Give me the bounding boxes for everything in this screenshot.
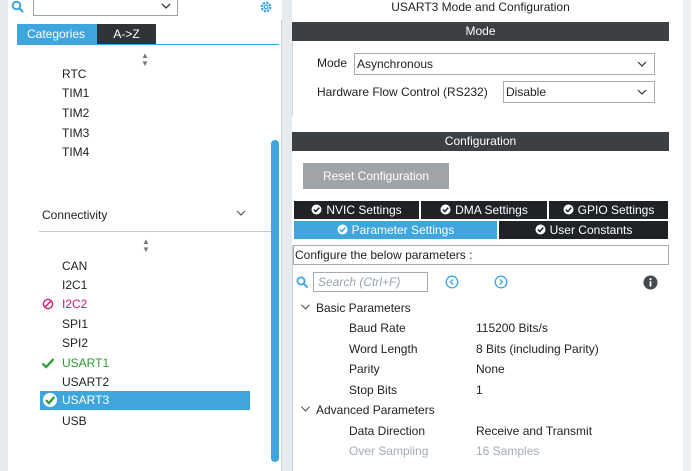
checkmark-icon <box>41 358 55 369</box>
param-label-baud-rate: Baud Rate <box>349 321 406 335</box>
connectivity-item-usart3-selected[interactable]: USART3 <box>40 391 250 410</box>
category-item-rtc[interactable]: RTC <box>62 67 86 82</box>
config-pane: USART3 Mode and Configuration Mode Mode … <box>292 0 669 471</box>
connectivity-item-usart3-label: USART3 <box>62 393 110 407</box>
basic-parameters-title: Basic Parameters <box>316 301 411 315</box>
next-match-icon[interactable] <box>494 275 508 289</box>
right-scrollbar[interactable] <box>669 0 692 471</box>
gear-icon[interactable] <box>258 0 274 14</box>
mode-label: Mode <box>317 56 348 70</box>
param-label-stop-bits: Stop Bits <box>349 383 398 397</box>
tab-user-constants[interactable]: User Constants <box>499 221 668 239</box>
disabled-icon <box>42 298 54 310</box>
categories-pane: Categories A->Z ▲ ▼ RTC TIM1 TIM2 TIM3 TI… <box>8 0 282 471</box>
search-icon <box>296 276 309 289</box>
left-edge-strip <box>0 0 8 471</box>
parameters-instruction: Configure the below parameters : <box>293 245 669 265</box>
check-circle-icon <box>563 204 574 215</box>
mode-select-value: Asynchronous <box>357 57 434 71</box>
check-circle-icon <box>43 393 57 407</box>
left-toolbar <box>8 0 282 20</box>
tab-user-constants-label: User Constants <box>549 223 633 237</box>
flow-control-label: Hardware Flow Control (RS232) <box>317 85 488 99</box>
tab-gpio-settings[interactable]: GPIO Settings <box>549 201 668 219</box>
left-scrollbar[interactable] <box>271 140 279 462</box>
check-circle-icon <box>311 204 322 215</box>
section-connectivity[interactable]: Connectivity <box>42 208 107 222</box>
scroll-up-arrow-icon[interactable]: ▲ ▼ <box>141 52 149 68</box>
connectivity-item-usb[interactable]: USB <box>62 414 87 429</box>
connectivity-item-can[interactable]: CAN <box>62 259 87 274</box>
basic-parameters-group[interactable]: Basic Parameters <box>301 301 411 316</box>
connectivity-item-usart2[interactable]: USART2 <box>62 375 109 390</box>
parameters-panel: Configure the below parameters : Search … <box>292 245 669 471</box>
param-label-word-length: Word Length <box>349 342 418 356</box>
param-value-data-direction[interactable]: Receive and Transmit <box>476 424 592 439</box>
previous-match-icon[interactable] <box>445 275 459 289</box>
category-item-tim1[interactable]: TIM1 <box>62 86 89 101</box>
tab-dma-settings-label: DMA Settings <box>455 203 528 217</box>
category-tabs: Categories A->Z <box>17 24 156 44</box>
tabs-underline <box>17 44 279 45</box>
param-label-data-direction: Data Direction <box>349 424 426 438</box>
settings-tabs-row-1: NVIC Settings DMA Settings GPIO Settings <box>294 201 668 219</box>
connectivity-item-spi1[interactable]: SPI1 <box>62 317 88 332</box>
tab-nvic-settings[interactable]: NVIC Settings <box>294 201 421 219</box>
connectivity-item-i2c1[interactable]: I2C1 <box>62 278 87 293</box>
mode-section: Mode Asynchronous Hardware Flow Control … <box>292 41 669 116</box>
right-scrollbar-track[interactable] <box>683 0 691 471</box>
connectivity-item-i2c2[interactable]: I2C2 <box>62 297 87 312</box>
search-combo[interactable] <box>33 0 178 16</box>
info-icon[interactable] <box>643 275 658 290</box>
advanced-parameters-title: Advanced Parameters <box>316 403 435 417</box>
chevron-down-icon <box>637 61 647 67</box>
scroll-up-arrow-icon[interactable]: ▲ ▼ <box>142 238 150 254</box>
chevron-down-icon <box>637 89 647 95</box>
tab-nvic-settings-label: NVIC Settings <box>326 203 402 217</box>
connectivity-item-usart1[interactable]: USART1 <box>62 356 109 371</box>
chevron-down-icon <box>301 406 310 412</box>
tab-a-to-z[interactable]: A->Z <box>97 24 156 44</box>
flow-control-select-value: Disable <box>506 85 547 99</box>
flow-control-select[interactable]: Disable <box>503 81 655 103</box>
param-label-over-sampling: Over Sampling <box>349 444 429 458</box>
tab-parameter-settings[interactable]: Parameter Settings <box>294 221 499 239</box>
tab-parameter-settings-label: Parameter Settings <box>351 223 455 237</box>
mode-select[interactable]: Asynchronous <box>354 53 655 75</box>
check-circle-icon <box>440 204 451 215</box>
chevron-down-icon <box>161 3 171 9</box>
page-title: USART3 Mode and Configuration <box>292 0 669 17</box>
mode-section-header: Mode <box>292 22 669 41</box>
pane-splitter[interactable] <box>282 0 292 471</box>
configuration-section-header: Configuration <box>292 132 669 151</box>
param-value-word-length[interactable]: 8 Bits (including Parity) <box>476 342 599 357</box>
category-item-tim2[interactable]: TIM2 <box>62 106 89 121</box>
search-icon[interactable] <box>11 0 25 14</box>
param-label-parity: Parity <box>349 362 380 376</box>
section-divider <box>39 231 271 232</box>
chevron-down-icon[interactable] <box>236 209 246 217</box>
settings-tabs-row-2: Parameter Settings User Constants <box>294 221 668 239</box>
advanced-parameters-group[interactable]: Advanced Parameters <box>301 403 435 418</box>
param-value-over-sampling: 16 Samples <box>476 444 540 458</box>
connectivity-item-spi2[interactable]: SPI2 <box>62 336 88 351</box>
parameter-search-input[interactable]: Search (Ctrl+F) <box>313 272 428 292</box>
tab-categories[interactable]: Categories <box>17 24 97 44</box>
reset-configuration-button[interactable]: Reset Configuration <box>303 163 449 189</box>
check-circle-icon <box>337 224 348 235</box>
check-circle-icon <box>535 224 546 235</box>
category-item-tim4[interactable]: TIM4 <box>62 145 89 160</box>
tab-gpio-settings-label: GPIO Settings <box>577 203 655 217</box>
param-value-stop-bits[interactable]: 1 <box>476 383 483 398</box>
chevron-down-icon <box>301 304 310 310</box>
category-item-tim3[interactable]: TIM3 <box>62 126 89 141</box>
param-value-parity[interactable]: None <box>476 362 505 377</box>
param-value-baud-rate[interactable]: 115200 Bits/s <box>476 321 548 336</box>
tab-dma-settings[interactable]: DMA Settings <box>421 201 549 219</box>
